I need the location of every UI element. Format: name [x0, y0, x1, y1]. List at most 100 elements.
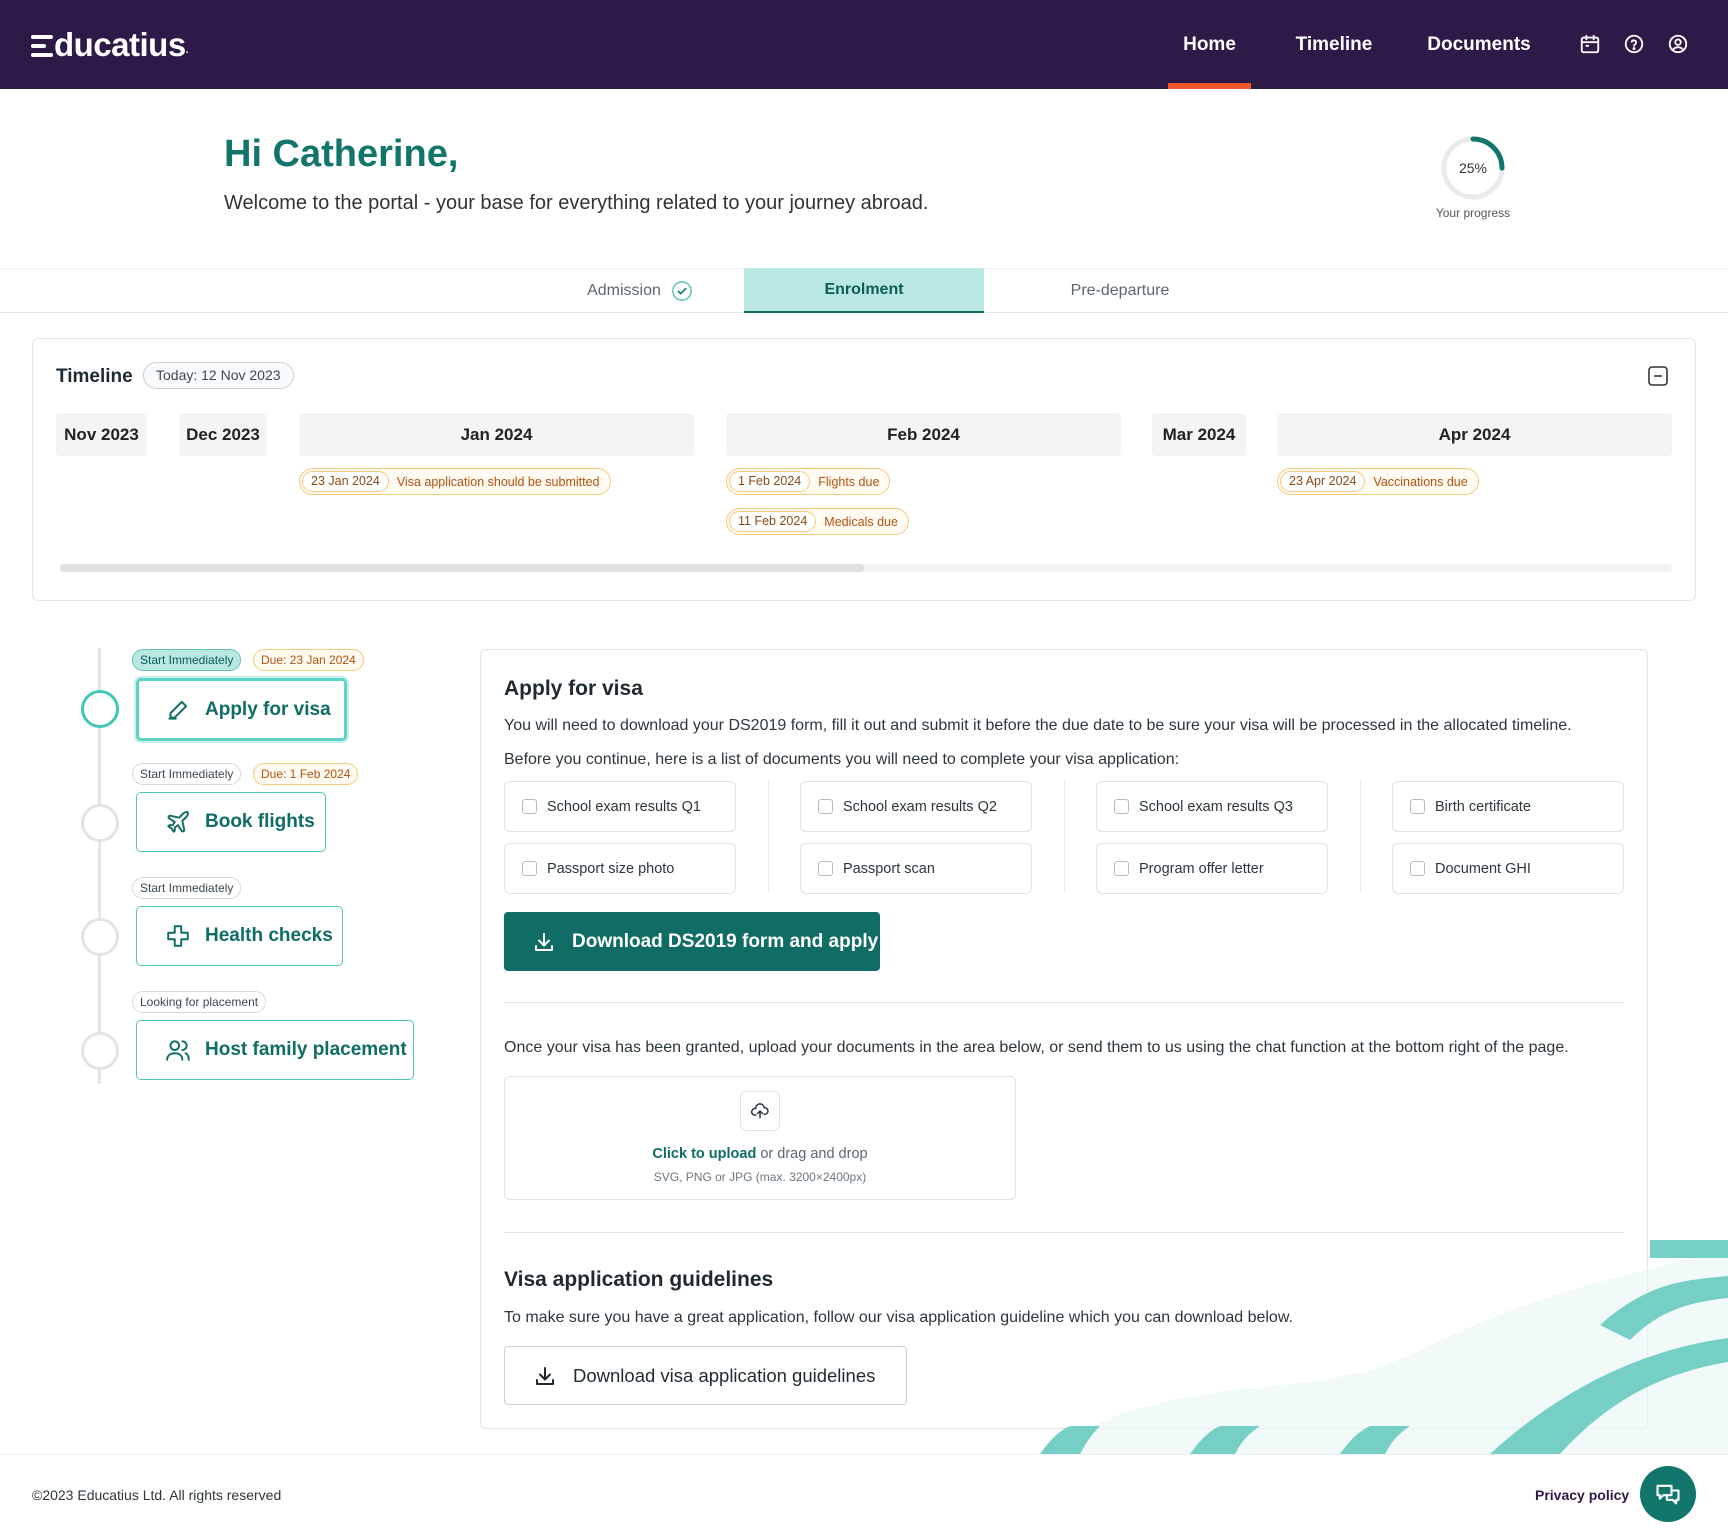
timeline-scrollbar-thumb[interactable] — [60, 564, 864, 572]
wave-band-1 — [1650, 1240, 1728, 1258]
step-node — [81, 804, 119, 842]
checkbox[interactable] — [818, 799, 833, 814]
download-icon — [536, 1366, 554, 1385]
users-icon — [166, 1040, 190, 1061]
logo-text: ducatius — [54, 26, 186, 63]
step-label: Health checks — [205, 925, 333, 946]
download-ds2019-label: Download DS2019 form and apply — [572, 930, 879, 952]
document-label: School exam results Q1 — [547, 798, 701, 815]
timeline-event[interactable]: 11 Feb 2024 Medicals due — [726, 508, 909, 535]
educatius-logo[interactable]: ducatius. — [31, 26, 189, 64]
timeline-month: Jan 2024 — [299, 413, 694, 456]
nav-documents[interactable]: Documents — [1422, 0, 1536, 89]
checkbox[interactable] — [522, 799, 537, 814]
step-health-checks[interactable]: Health checks — [136, 906, 343, 966]
event-date: 11 Feb 2024 — [729, 511, 817, 532]
tab-admission[interactable]: Admission — [520, 268, 760, 313]
step-label: Apply for visa — [205, 698, 331, 720]
checkbox[interactable] — [1410, 799, 1425, 814]
step-node-active — [81, 690, 119, 728]
event-label: Vaccinations due — [1373, 474, 1468, 489]
guidelines-title: Visa application guidelines — [504, 1268, 774, 1291]
tab-pre-departure[interactable]: Pre-departure — [1000, 268, 1240, 313]
divider — [504, 1002, 1624, 1003]
decorative-waves — [1040, 1240, 1728, 1454]
checkbox[interactable] — [1114, 861, 1129, 876]
welcome-text: Welcome to the portal - your base for ev… — [224, 192, 929, 214]
step-host-family-placement[interactable]: Host family placement — [136, 1020, 414, 1080]
upload-hint: SVG, PNG or JPG (max. 3200×2400px) — [653, 1170, 867, 1184]
logo-dot: . — [185, 45, 189, 56]
checkbox[interactable] — [522, 861, 537, 876]
step-label: Book flights — [205, 811, 315, 832]
timeline-event[interactable]: 23 Apr 2024 Vaccinations due — [1277, 468, 1479, 495]
document-checkbox[interactable]: School exam results Q3 — [1096, 781, 1328, 832]
document-label: School exam results Q3 — [1139, 798, 1293, 815]
user-icon[interactable] — [1667, 33, 1689, 55]
document-label: School exam results Q2 — [843, 798, 997, 815]
document-checkbox[interactable]: Birth certificate — [1392, 781, 1624, 832]
event-label: Flights due — [818, 474, 880, 489]
privacy-policy-link[interactable]: Privacy policy — [1535, 1487, 1629, 1503]
step-node — [81, 918, 119, 956]
visa-intro: You will need to download your DS2019 fo… — [504, 717, 1572, 734]
download-guidelines-button[interactable]: Download visa application guidelines — [504, 1346, 907, 1405]
click-to-upload-link[interactable]: Click to upload — [652, 1146, 756, 1162]
step-apply-for-visa[interactable]: Apply for visa — [136, 678, 347, 741]
event-label: Visa application should be submitted — [396, 474, 600, 489]
column-divider — [768, 779, 769, 893]
tab-admission-label: Admission — [587, 281, 661, 299]
document-checkbox[interactable]: Passport size photo — [504, 843, 736, 894]
document-checkbox[interactable]: School exam results Q1 — [504, 781, 736, 832]
timeline-month: Mar 2024 — [1152, 413, 1246, 456]
footer-divider — [0, 1454, 1728, 1455]
progress-label: Your progress — [1435, 206, 1511, 220]
timeline-month: Feb 2024 — [726, 413, 1121, 456]
document-checkbox[interactable]: Program offer letter — [1096, 843, 1328, 894]
upload-instructions-rest: or drag and drop — [756, 1146, 868, 1162]
due-badge: Due: 1 Feb 2024 — [253, 763, 359, 785]
checkbox[interactable] — [1114, 799, 1129, 814]
upload-intro: Once your visa has been granted, upload … — [504, 1039, 1569, 1056]
column-divider — [1360, 779, 1361, 893]
timeline-event[interactable]: 23 Jan 2024 Visa application should be su… — [299, 468, 611, 495]
document-label: Birth certificate — [1435, 798, 1531, 815]
checkbox[interactable] — [1410, 861, 1425, 876]
today-chip: Today: 12 Nov 2023 — [143, 362, 294, 389]
logo-mark-icon — [31, 33, 53, 59]
help-icon[interactable] — [1623, 33, 1645, 55]
checkbox[interactable] — [818, 861, 833, 876]
chat-icon — [1656, 1484, 1680, 1505]
pen-icon — [168, 700, 188, 720]
calendar-icon[interactable] — [1579, 33, 1601, 55]
status-badge: Start Immediately — [132, 763, 242, 785]
nav-documents-label: Documents — [1427, 33, 1531, 55]
tab-pre-departure-label: Pre-departure — [1070, 281, 1170, 299]
status-badge: Start Immediately — [132, 649, 242, 671]
upload-instructions: Click to upload or drag and drop — [504, 1146, 1016, 1162]
check-circle-icon — [672, 280, 692, 301]
event-date: 1 Feb 2024 — [729, 471, 811, 492]
nav-home-label: Home — [1183, 33, 1236, 55]
document-checkbox[interactable]: School exam results Q2 — [800, 781, 1032, 832]
step-book-flights[interactable]: Book flights — [136, 792, 326, 852]
tab-enrolment[interactable]: Enrolment — [744, 268, 984, 313]
timeline-event[interactable]: 1 Feb 2024 Flights due — [726, 468, 891, 495]
nav-timeline[interactable]: Timeline — [1282, 0, 1386, 89]
collapse-icon[interactable] — [1647, 365, 1669, 387]
step-node — [81, 1032, 119, 1070]
document-checkbox[interactable]: Passport scan — [800, 843, 1032, 894]
document-label: Program offer letter — [1139, 860, 1264, 877]
event-date: 23 Apr 2024 — [1280, 471, 1366, 492]
document-label: Passport scan — [843, 860, 935, 877]
nav-home[interactable]: Home — [1168, 0, 1251, 89]
download-ds2019-button[interactable]: Download DS2019 form and apply — [504, 912, 880, 971]
timeline-month: Dec 2023 — [179, 413, 267, 456]
chat-button[interactable] — [1640, 1466, 1696, 1522]
status-badge: Looking for placement — [132, 991, 267, 1013]
visa-title: Apply for visa — [504, 677, 643, 700]
greeting-title: Hi Catherine, — [224, 133, 459, 175]
document-checkbox[interactable]: Document GHI — [1392, 843, 1624, 894]
status-badge: Start Immediately — [132, 877, 242, 899]
tab-enrolment-label: Enrolment — [824, 280, 904, 298]
